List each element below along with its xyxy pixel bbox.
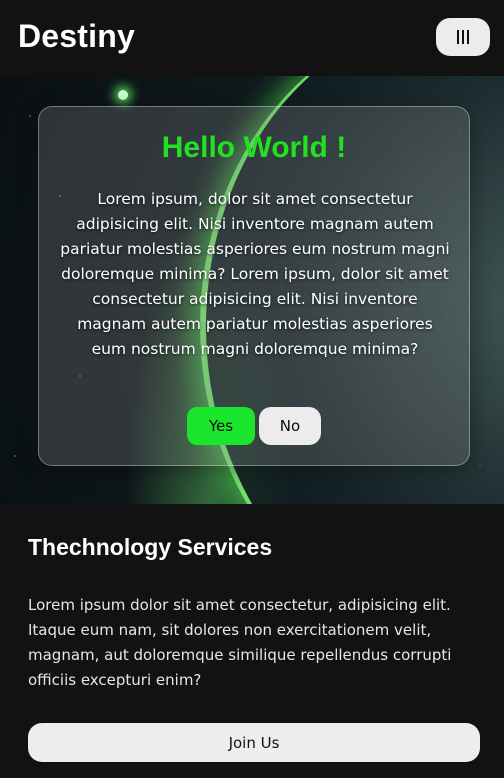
no-button[interactable]: No [259, 407, 321, 445]
hero-card: Hello World ! Lorem ipsum, dolor sit ame… [38, 106, 470, 466]
menu-button[interactable] [436, 18, 490, 56]
brand-logo[interactable]: Destiny [18, 18, 135, 55]
yes-button[interactable]: Yes [187, 407, 255, 445]
hero-text: Lorem ipsum, dolor sit amet consectetur … [60, 190, 450, 358]
hero-section: Hello World ! Lorem ipsum, dolor sit ame… [0, 76, 504, 504]
glowing-star [118, 90, 128, 100]
site-header: Destiny [0, 0, 504, 76]
join-us-button[interactable]: Join Us [28, 723, 480, 762]
hero-title: Hello World ! [161, 131, 347, 164]
hamburger-menu-icon [457, 30, 469, 44]
services-title: Thechnology Services [28, 534, 273, 560]
services-text: Lorem ipsum dolor sit amet consectetur, … [28, 596, 452, 689]
